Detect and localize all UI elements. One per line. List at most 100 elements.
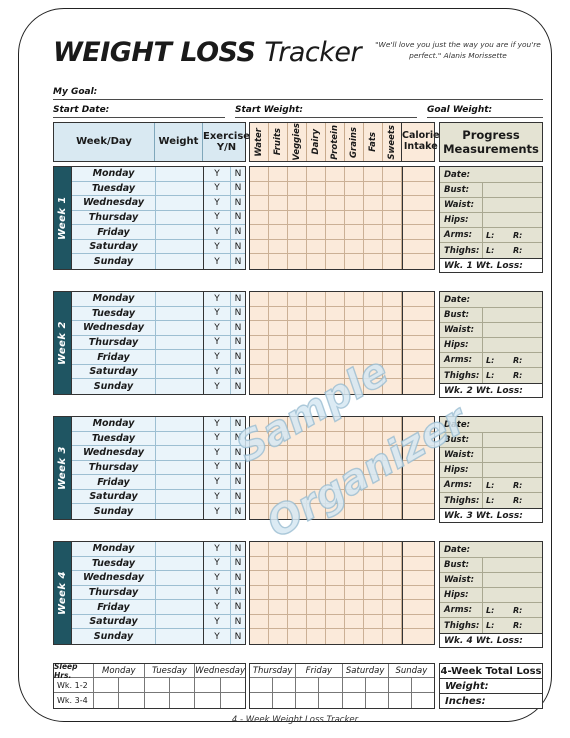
exercise-yes[interactable]: Y <box>204 254 230 269</box>
weight-input-cell[interactable] <box>156 586 203 601</box>
food-col-dairy[interactable] <box>307 542 326 644</box>
weight-input-cell[interactable] <box>156 307 203 322</box>
food-col-fats[interactable] <box>364 167 383 269</box>
food-col-calorie-intake[interactable] <box>402 167 434 269</box>
food-col-fruits[interactable] <box>269 542 288 644</box>
food-col-dairy[interactable] <box>307 167 326 269</box>
sleep-table-left[interactable]: Sleep Hrs. Monday Tuesday Wednesday Wk. … <box>53 662 246 709</box>
sleep-cell[interactable] <box>119 693 145 708</box>
sleep-cell[interactable] <box>366 678 389 692</box>
exercise-no[interactable]: N <box>231 615 245 630</box>
exercise-no[interactable]: N <box>231 336 245 351</box>
food-col-water[interactable] <box>250 167 269 269</box>
exercise-yes[interactable]: Y <box>204 196 230 211</box>
exercise-yes[interactable]: Y <box>204 490 230 505</box>
week-4-no-column[interactable]: N N N N N N N <box>231 542 245 644</box>
food-col-veggies[interactable] <box>288 417 307 519</box>
exercise-no[interactable]: N <box>231 432 245 447</box>
weight-input-cell[interactable] <box>156 225 203 240</box>
sleep-cell[interactable] <box>273 678 297 692</box>
weight-input-cell[interactable] <box>156 629 203 644</box>
exercise-yes[interactable]: Y <box>204 629 230 644</box>
food-col-veggies[interactable] <box>288 542 307 644</box>
exercise-yes[interactable]: Y <box>204 182 230 197</box>
exercise-no[interactable]: N <box>231 379 245 394</box>
sleep-cell[interactable] <box>389 693 412 708</box>
sleep-cell[interactable] <box>273 693 297 708</box>
sleep-cell[interactable] <box>296 693 320 708</box>
exercise-no[interactable]: N <box>231 307 245 322</box>
exercise-yes[interactable]: Y <box>204 600 230 615</box>
week-4-food-grid[interactable] <box>249 541 435 645</box>
weight-input-cell[interactable] <box>156 292 203 307</box>
exercise-no[interactable]: N <box>231 321 245 336</box>
weight-input-cell[interactable] <box>156 240 203 255</box>
week-4-weight-column[interactable] <box>156 542 204 644</box>
exercise-yes[interactable]: Y <box>204 225 230 240</box>
weight-input-cell[interactable] <box>156 446 203 461</box>
exercise-no[interactable]: N <box>231 225 245 240</box>
sleep-cell[interactable] <box>250 693 274 708</box>
food-col-dairy[interactable] <box>307 292 326 394</box>
exercise-yes[interactable]: Y <box>204 292 230 307</box>
sleep-cell[interactable] <box>366 693 389 708</box>
food-col-sweets[interactable] <box>383 292 402 394</box>
food-col-calorie-intake[interactable] <box>402 292 434 394</box>
food-col-protein[interactable] <box>326 542 345 644</box>
weight-input-cell[interactable] <box>156 600 203 615</box>
sleep-cell[interactable] <box>145 678 170 692</box>
exercise-yes[interactable]: Y <box>204 446 230 461</box>
total-loss-table[interactable]: 4-Week Total Loss Weight: Inches: <box>439 663 543 709</box>
week-3-loss[interactable]: Wk. 3 Wt. Loss: <box>439 508 543 523</box>
exercise-yes[interactable]: Y <box>204 240 230 255</box>
exercise-no[interactable]: N <box>231 571 245 586</box>
exercise-no[interactable]: N <box>231 182 245 197</box>
week-3-food-grid[interactable] <box>249 416 435 520</box>
food-col-grains[interactable] <box>345 542 364 644</box>
week-2-measurements[interactable]: Date: Bust: Waist: Hips: Arms: L: R: Thigh… <box>439 291 543 395</box>
food-col-fats[interactable] <box>364 292 383 394</box>
sleep-cell[interactable] <box>195 693 221 708</box>
weight-input-cell[interactable] <box>156 461 203 476</box>
exercise-yes[interactable]: Y <box>204 365 230 380</box>
week-1-weight-column[interactable] <box>156 167 204 269</box>
week-2-food-grid[interactable] <box>249 291 435 395</box>
sleep-cell[interactable] <box>145 693 170 708</box>
food-col-water[interactable] <box>250 542 269 644</box>
weight-input-cell[interactable] <box>156 490 203 505</box>
week-4-yes-column[interactable]: Y Y Y Y Y Y Y <box>204 542 231 644</box>
exercise-yes[interactable]: Y <box>204 307 230 322</box>
exercise-yes[interactable]: Y <box>204 586 230 601</box>
exercise-no[interactable]: N <box>231 254 245 269</box>
food-col-dairy[interactable] <box>307 417 326 519</box>
exercise-no[interactable]: N <box>231 365 245 380</box>
weight-input-cell[interactable] <box>156 350 203 365</box>
weight-input-cell[interactable] <box>156 379 203 394</box>
exercise-yes[interactable]: Y <box>204 461 230 476</box>
week-1-no-column[interactable]: N N N N N N N <box>231 167 245 269</box>
exercise-no[interactable]: N <box>231 629 245 644</box>
exercise-yes[interactable]: Y <box>204 571 230 586</box>
sleep-cell[interactable] <box>195 678 221 692</box>
sleep-cell[interactable] <box>170 693 196 708</box>
sleep-cell[interactable] <box>412 693 434 708</box>
food-col-fats[interactable] <box>364 542 383 644</box>
sleep-cell[interactable] <box>250 678 274 692</box>
food-col-veggies[interactable] <box>288 167 307 269</box>
weight-input-cell[interactable] <box>156 475 203 490</box>
food-col-fruits[interactable] <box>269 167 288 269</box>
sleep-cell[interactable] <box>170 678 196 692</box>
food-col-sweets[interactable] <box>383 417 402 519</box>
exercise-yes[interactable]: Y <box>204 167 230 182</box>
weight-input-cell[interactable] <box>156 504 203 519</box>
exercise-no[interactable]: N <box>231 211 245 226</box>
exercise-no[interactable]: N <box>231 417 245 432</box>
sleep-cell[interactable] <box>94 693 120 708</box>
sleep-cell[interactable] <box>221 678 245 692</box>
weight-input-cell[interactable] <box>156 336 203 351</box>
sleep-cell[interactable] <box>389 678 412 692</box>
week-2-weight-column[interactable] <box>156 292 204 394</box>
exercise-no[interactable]: N <box>231 446 245 461</box>
food-col-grains[interactable] <box>345 292 364 394</box>
food-col-fats[interactable] <box>364 417 383 519</box>
